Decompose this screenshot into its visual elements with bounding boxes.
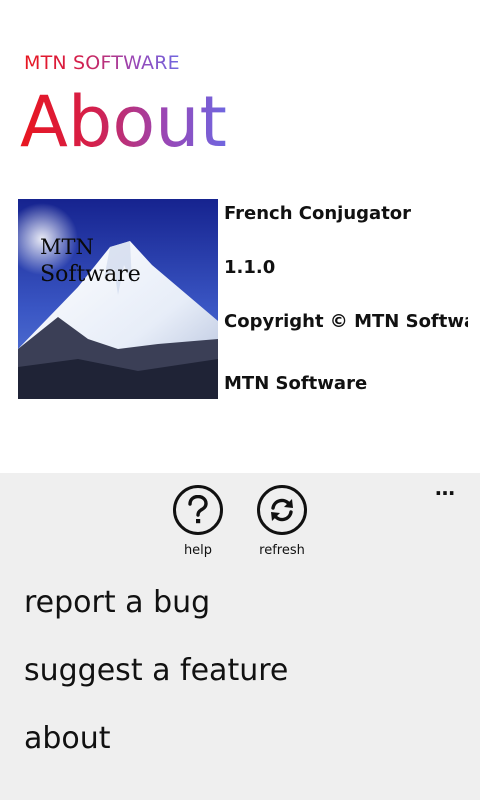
logo-text-line2: Software	[40, 262, 141, 287]
more-options-icon[interactable]: …	[435, 478, 458, 498]
copyright-text: Copyright © MTN Software	[224, 311, 468, 332]
help-label: help	[183, 543, 213, 558]
page-title: About	[20, 78, 227, 166]
logo-text-line1: MTN	[40, 235, 94, 259]
app-title: MTN SOFTWARE	[24, 52, 180, 74]
application-bar: … help refresh report a bug suggest a fe…	[0, 473, 480, 800]
about-screen: MTN SOFTWARE About MTN Software French C…	[0, 0, 480, 800]
app-version: 1.1.0	[224, 257, 276, 278]
company-name: MTN Software	[224, 373, 368, 394]
mountain-logo-image	[18, 199, 218, 399]
help-icon	[173, 485, 223, 535]
app-logo: MTN Software	[18, 199, 218, 399]
help-button[interactable]: help	[156, 485, 240, 558]
refresh-icon	[257, 485, 307, 535]
app-name: French Conjugator	[224, 203, 412, 224]
menu-item-about[interactable]: about	[24, 721, 111, 756]
menu-item-suggest-feature[interactable]: suggest a feature	[24, 653, 288, 688]
refresh-button[interactable]: refresh	[240, 485, 324, 558]
menu-item-report-bug[interactable]: report a bug	[24, 585, 210, 620]
refresh-label: refresh	[259, 543, 305, 558]
